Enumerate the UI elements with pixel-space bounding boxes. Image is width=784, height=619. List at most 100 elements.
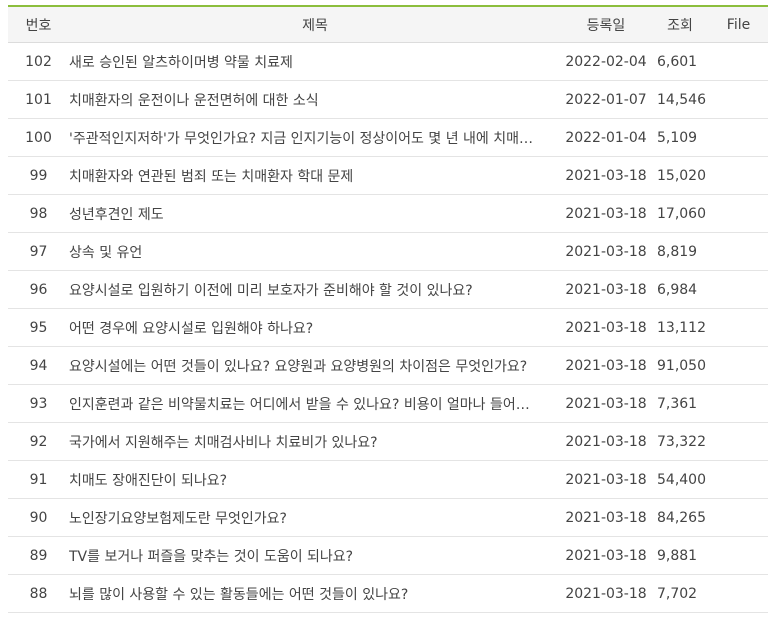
row-file	[709, 574, 768, 613]
row-views: 6,601	[651, 42, 709, 81]
row-title-link[interactable]: 새로 승인된 알츠하이머병 약물 치료제	[69, 52, 539, 72]
row-title-cell: 요양시설에는 어떤 것들이 있나요? 요양원과 요양병원의 차이점은 무엇인가요…	[69, 346, 561, 385]
row-number: 98	[8, 194, 69, 233]
row-date: 2021-03-18	[561, 498, 651, 537]
column-header-date: 등록일	[561, 6, 651, 43]
row-file	[709, 156, 768, 195]
table-row[interactable]: 95 어떤 경우에 요양시설로 입원해야 하나요? 2021-03-18 13,…	[8, 308, 768, 347]
row-title-cell: 인지훈련과 같은 비약물치료는 어디에서 받을 수 있나요? 비용이 얼마나 들…	[69, 384, 561, 423]
table-header-row: 번호 제목 등록일 조회 File	[8, 6, 768, 43]
table-row[interactable]: 93 인지훈련과 같은 비약물치료는 어디에서 받을 수 있나요? 비용이 얼마…	[8, 384, 768, 423]
row-file	[709, 308, 768, 347]
row-file	[709, 42, 768, 81]
row-title-link[interactable]: 요양시설로 입원하기 이전에 미리 보호자가 준비해야 할 것이 있나요?	[69, 280, 539, 300]
row-title-cell: 치매환자의 운전이나 운전면허에 대한 소식	[69, 80, 561, 119]
row-file	[709, 460, 768, 499]
row-file	[709, 270, 768, 309]
row-date: 2021-03-18	[561, 194, 651, 233]
row-title-cell: 치매도 장애진단이 되나요?	[69, 460, 561, 499]
row-title-link[interactable]: 치매환자와 연관된 범죄 또는 치매환자 학대 문제	[69, 166, 539, 186]
row-views: 73,322	[651, 422, 709, 461]
row-title-link[interactable]: 성년후견인 제도	[69, 204, 539, 224]
board-list: 번호 제목 등록일 조회 File 102 새로 승인된 알츠하이머병 약물 치…	[8, 5, 768, 613]
row-title-link[interactable]: 상속 및 유언	[69, 242, 539, 262]
table-row[interactable]: 91 치매도 장애진단이 되나요? 2021-03-18 54,400	[8, 460, 768, 499]
table-row[interactable]: 92 국가에서 지원해주는 치매검사비나 치료비가 있나요? 2021-03-1…	[8, 422, 768, 461]
table-row[interactable]: 98 성년후견인 제도 2021-03-18 17,060	[8, 194, 768, 233]
row-number: 97	[8, 232, 69, 271]
row-date: 2022-01-04	[561, 118, 651, 157]
row-date: 2022-02-04	[561, 42, 651, 81]
row-views: 8,819	[651, 232, 709, 271]
row-file	[709, 384, 768, 423]
table-header: 번호 제목 등록일 조회 File	[8, 6, 768, 43]
row-number: 94	[8, 346, 69, 385]
row-number: 95	[8, 308, 69, 347]
row-views: 14,546	[651, 80, 709, 119]
row-date: 2021-03-18	[561, 384, 651, 423]
row-views: 91,050	[651, 346, 709, 385]
row-date: 2021-03-18	[561, 308, 651, 347]
board-table: 번호 제목 등록일 조회 File 102 새로 승인된 알츠하이머병 약물 치…	[8, 5, 768, 613]
table-row[interactable]: 88 뇌를 많이 사용할 수 있는 활동들에는 어떤 것들이 있나요? 2021…	[8, 574, 768, 613]
row-number: 96	[8, 270, 69, 309]
row-file	[709, 118, 768, 157]
column-header-file: File	[709, 6, 768, 43]
column-header-number: 번호	[8, 6, 69, 43]
row-views: 7,361	[651, 384, 709, 423]
row-views: 6,984	[651, 270, 709, 309]
table-row[interactable]: 97 상속 및 유언 2021-03-18 8,819	[8, 232, 768, 271]
row-title-cell: 국가에서 지원해주는 치매검사비나 치료비가 있나요?	[69, 422, 561, 461]
row-views: 54,400	[651, 460, 709, 499]
row-views: 5,109	[651, 118, 709, 157]
row-title-link[interactable]: 치매도 장애진단이 되나요?	[69, 470, 539, 490]
row-title-link[interactable]: 인지훈련과 같은 비약물치료는 어디에서 받을 수 있나요? 비용이 얼마나 들…	[69, 394, 539, 414]
row-title-link[interactable]: 치매환자의 운전이나 운전면허에 대한 소식	[69, 90, 539, 110]
row-title-link[interactable]: 어떤 경우에 요양시설로 입원해야 하나요?	[69, 318, 539, 338]
row-title-link[interactable]: '주관적인지저하'가 무엇인가요? 지금 인지기능이 정상이어도 몇 년 내에 …	[69, 128, 539, 148]
row-title-cell: TV를 보거나 퍼즐을 맞추는 것이 도움이 되나요?	[69, 536, 561, 575]
row-date: 2021-03-18	[561, 346, 651, 385]
row-title-cell: 치매환자와 연관된 범죄 또는 치매환자 학대 문제	[69, 156, 561, 195]
row-views: 7,702	[651, 574, 709, 613]
row-date: 2021-03-18	[561, 574, 651, 613]
row-title-link[interactable]: 뇌를 많이 사용할 수 있는 활동들에는 어떤 것들이 있나요?	[69, 584, 539, 604]
table-body: 102 새로 승인된 알츠하이머병 약물 치료제 2022-02-04 6,60…	[8, 42, 768, 613]
row-date: 2021-03-18	[561, 422, 651, 461]
row-file	[709, 232, 768, 271]
row-file	[709, 536, 768, 575]
table-row[interactable]: 89 TV를 보거나 퍼즐을 맞추는 것이 도움이 되나요? 2021-03-1…	[8, 536, 768, 575]
row-number: 91	[8, 460, 69, 499]
row-date: 2021-03-18	[561, 460, 651, 499]
row-title-cell: 어떤 경우에 요양시설로 입원해야 하나요?	[69, 308, 561, 347]
table-row[interactable]: 90 노인장기요양보험제도란 무엇인가요? 2021-03-18 84,265	[8, 498, 768, 537]
row-title-cell: 노인장기요양보험제도란 무엇인가요?	[69, 498, 561, 537]
row-title-link[interactable]: 국가에서 지원해주는 치매검사비나 치료비가 있나요?	[69, 432, 539, 452]
row-title-cell: 뇌를 많이 사용할 수 있는 활동들에는 어떤 것들이 있나요?	[69, 574, 561, 613]
table-row[interactable]: 94 요양시설에는 어떤 것들이 있나요? 요양원과 요양병원의 차이점은 무엇…	[8, 346, 768, 385]
row-number: 102	[8, 42, 69, 81]
row-views: 13,112	[651, 308, 709, 347]
row-file	[709, 498, 768, 537]
row-date: 2021-03-18	[561, 232, 651, 271]
row-title-link[interactable]: 노인장기요양보험제도란 무엇인가요?	[69, 508, 539, 528]
table-row[interactable]: 96 요양시설로 입원하기 이전에 미리 보호자가 준비해야 할 것이 있나요?…	[8, 270, 768, 309]
row-number: 99	[8, 156, 69, 195]
row-title-cell: 새로 승인된 알츠하이머병 약물 치료제	[69, 42, 561, 81]
row-date: 2021-03-18	[561, 270, 651, 309]
row-number: 93	[8, 384, 69, 423]
row-title-link[interactable]: 요양시설에는 어떤 것들이 있나요? 요양원과 요양병원의 차이점은 무엇인가요…	[69, 356, 539, 376]
table-row[interactable]: 99 치매환자와 연관된 범죄 또는 치매환자 학대 문제 2021-03-18…	[8, 156, 768, 195]
table-row[interactable]: 101 치매환자의 운전이나 운전면허에 대한 소식 2022-01-07 14…	[8, 80, 768, 119]
row-title-cell: 상속 및 유언	[69, 232, 561, 271]
row-title-link[interactable]: TV를 보거나 퍼즐을 맞추는 것이 도움이 되나요?	[69, 546, 539, 566]
row-number: 90	[8, 498, 69, 537]
row-title-cell: '주관적인지저하'가 무엇인가요? 지금 인지기능이 정상이어도 몇 년 내에 …	[69, 118, 561, 157]
row-file	[709, 194, 768, 233]
row-date: 2021-03-18	[561, 156, 651, 195]
row-file	[709, 346, 768, 385]
table-row[interactable]: 102 새로 승인된 알츠하이머병 약물 치료제 2022-02-04 6,60…	[8, 42, 768, 81]
table-row[interactable]: 100 '주관적인지저하'가 무엇인가요? 지금 인지기능이 정상이어도 몇 년…	[8, 118, 768, 157]
row-number: 89	[8, 536, 69, 575]
row-number: 92	[8, 422, 69, 461]
